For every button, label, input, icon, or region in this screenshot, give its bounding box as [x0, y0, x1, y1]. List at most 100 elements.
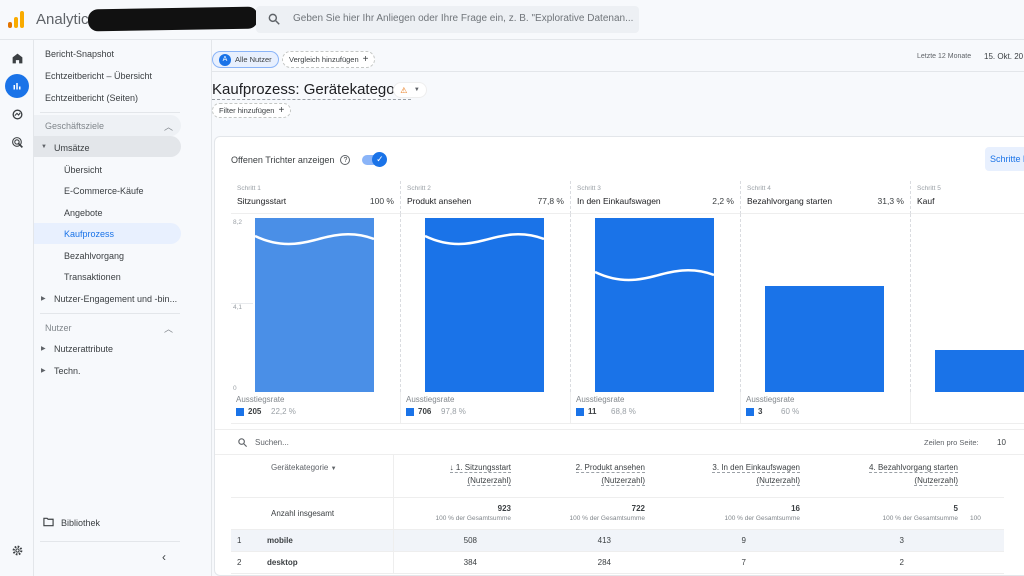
funnel-step-header[interactable]: Schritt 2 Produkt ansehen 77,8 % — [401, 181, 571, 214]
plus-icon: + — [278, 105, 285, 116]
help-icon[interactable]: ? — [340, 155, 351, 165]
sidebar-item-bezahlvorgang[interactable]: Bezahlvorgang — [64, 251, 124, 261]
collapse-sidebar-icon[interactable]: ‹ — [162, 550, 166, 564]
cell: 7 — [651, 551, 806, 574]
chevron-up-icon[interactable]: ︿ — [164, 322, 173, 335]
open-funnel-toggle[interactable]: ✓ — [362, 152, 388, 167]
step-label: Kauf — [917, 196, 935, 206]
column-sub: (Nutzerzahl) — [756, 476, 800, 486]
column-title: 2. Produkt ansehen — [575, 463, 645, 473]
sidebar-item-nutzerattribute[interactable]: Nutzerattribute — [54, 344, 113, 354]
explore-icon[interactable] — [5, 102, 29, 126]
funnel-bar[interactable] — [935, 350, 1024, 392]
funnel-step-header[interactable]: Schritt 1 Sitzungsstart 100 % — [231, 181, 401, 214]
funnel-plot-column — [571, 214, 741, 392]
step-label: Produkt ansehen — [407, 196, 472, 206]
sidebar-item-echtzeit-uebersicht[interactable]: Echtzeitbericht – Übersicht — [45, 71, 152, 81]
funnel-step-header[interactable]: Schritt 4 Bezahlvorgang starten 31,3 % — [741, 181, 911, 214]
funnel-bar[interactable] — [595, 218, 714, 392]
step-number: Schritt 4 — [747, 185, 771, 192]
funnel-bar[interactable] — [765, 286, 884, 392]
step-number: Schritt 1 — [237, 185, 261, 192]
exit-rate: 60 % — [781, 407, 800, 416]
column-header[interactable]: 3. In den Einkaufswagen (Nutzerzahl) — [651, 455, 806, 498]
home-icon[interactable] — [5, 46, 29, 70]
total-cell: 5 100 % der Gesamtsumme — [806, 497, 964, 530]
divider — [40, 313, 180, 314]
exit-count: 3 — [758, 407, 763, 416]
column-header[interactable]: 2. Produkt ansehen (Nutzerzahl) — [517, 455, 651, 498]
column-title: ↓ 1. Sitzungsstart — [449, 463, 511, 473]
rows-per-page-select[interactable]: 10 — [997, 438, 1006, 447]
top-bar: Analytics Geben Sie hier Ihr Anliegen od… — [0, 0, 1024, 40]
dimension-header[interactable]: Gerätekategorie ▼ — [231, 455, 394, 498]
legend-swatch — [236, 408, 244, 416]
funnel-bar[interactable] — [425, 218, 544, 392]
advertising-icon[interactable] — [5, 130, 29, 154]
funnel-step-header[interactable]: Schritt 3 In den Einkaufswagen 2,2 % — [571, 181, 741, 214]
sidebar: Bericht-Snapshot Echtzeitbericht – Übers… — [34, 40, 212, 576]
global-search-input[interactable]: Geben Sie hier Ihr Anliegen oder Ihre Fr… — [256, 6, 639, 33]
exit-rate: 68,8 % — [611, 407, 636, 416]
chevron-up-icon[interactable]: ︿ — [164, 120, 173, 133]
funnel-plot-column — [741, 214, 911, 392]
sidebar-item-ecommerce[interactable]: E-Commerce-Käufe — [64, 186, 144, 196]
segment-avatar: A — [219, 53, 231, 66]
sidebar-item-kaufprozess[interactable]: Kaufprozess — [64, 229, 114, 239]
table-row[interactable]: 2 desktop 384 284 7 2 — [231, 551, 1004, 574]
cell: 9 — [651, 529, 806, 552]
nav-rail — [0, 40, 34, 576]
exit-rate-cell — [911, 392, 1024, 424]
caret-right-icon: ▶ — [41, 296, 46, 302]
sidebar-item-nutzer-engagement[interactable]: Nutzer-Engagement und -bin... — [54, 294, 177, 304]
open-funnel-toggle-row: Offenen Trichter anzeigen ? ✓ — [231, 152, 388, 167]
gear-icon[interactable] — [5, 538, 29, 562]
legend-swatch — [746, 408, 754, 416]
funnel-bar[interactable] — [255, 218, 374, 392]
date-range-value[interactable]: 15. Okt. 20 — [984, 52, 1023, 61]
sidebar-item-transaktionen[interactable]: Transaktionen — [64, 272, 121, 282]
column-title: 3. In den Einkaufswagen — [712, 463, 800, 473]
step-completion-rate: 77,8 % — [537, 196, 564, 206]
sidebar-item-bibliothek[interactable]: Bibliothek — [61, 518, 100, 528]
caret-right-icon: ▶ — [41, 368, 46, 374]
funnel-card: Offenen Trichter anzeigen ? ✓ Schritte b… — [214, 136, 1024, 576]
sidebar-item-uebersicht[interactable]: Übersicht — [64, 165, 102, 175]
divider — [40, 541, 180, 542]
column-sub: (Nutzerzahl) — [914, 476, 958, 486]
table-row[interactable]: 1 mobile 508 413 9 3 — [231, 529, 1004, 552]
table-search-input[interactable]: Suchen... — [255, 438, 289, 447]
date-range-label: Letzte 12 Monate — [917, 53, 972, 60]
column-header[interactable]: ↓ 1. Sitzungsstart (Nutzerzahl) — [393, 455, 517, 498]
exit-rate-cell: Ausstiegsrate 11 68,8 % — [571, 392, 741, 424]
legend-swatch — [576, 408, 584, 416]
funnel-step-header[interactable]: Schritt 5 Kauf — [911, 181, 1024, 214]
add-comparison-button[interactable]: Vergleich hinzufügen + — [282, 51, 376, 68]
reports-icon[interactable] — [5, 74, 29, 98]
legend-swatch — [406, 408, 414, 416]
divider — [212, 71, 1024, 72]
segment-chip-alle-nutzer[interactable]: A Alle Nutzer — [212, 51, 279, 68]
table-toolbar: Suchen... Zeilen pro Seite: 10 — [215, 429, 1024, 455]
sidebar-item-bericht-snapshot[interactable]: Bericht-Snapshot — [45, 49, 114, 59]
sidebar-item-techn[interactable]: Techn. — [54, 366, 81, 376]
report-quality-button[interactable]: ⚠ ▼ — [393, 82, 427, 98]
step-completion-rate: 100 % — [369, 196, 394, 206]
sidebar-item-angebote[interactable]: Angebote — [64, 208, 103, 218]
column-title: 4. Bezahlvorgang starten — [869, 463, 958, 473]
open-funnel-label: Offenen Trichter anzeigen — [231, 155, 335, 165]
total-cell: 16 100 % der Gesamtsumme — [651, 497, 806, 530]
column-header[interactable]: 4. Bezahlvorgang starten (Nutzerzahl) — [806, 455, 964, 498]
add-filter-button[interactable]: Filter hinzufügen + — [212, 103, 292, 118]
search-placeholder: Geben Sie hier Ihr Anliegen oder Ihre Fr… — [293, 13, 633, 24]
step-number: Schritt 3 — [577, 185, 601, 192]
sidebar-item-echtzeit-seiten[interactable]: Echtzeitbericht (Seiten) — [45, 93, 138, 103]
warning-icon: ⚠ — [400, 85, 408, 95]
cell: 2 — [806, 551, 964, 574]
row-dimension: mobile — [267, 535, 293, 545]
step-label: In den Einkaufswagen — [577, 196, 661, 206]
total-cell: 923 100 % der Gesamtsumme — [393, 497, 517, 530]
section-label: Geschäftsziele — [45, 121, 105, 131]
edit-steps-button[interactable]: Schritte b — [985, 147, 1024, 171]
funnel-plot-column — [911, 214, 1024, 392]
